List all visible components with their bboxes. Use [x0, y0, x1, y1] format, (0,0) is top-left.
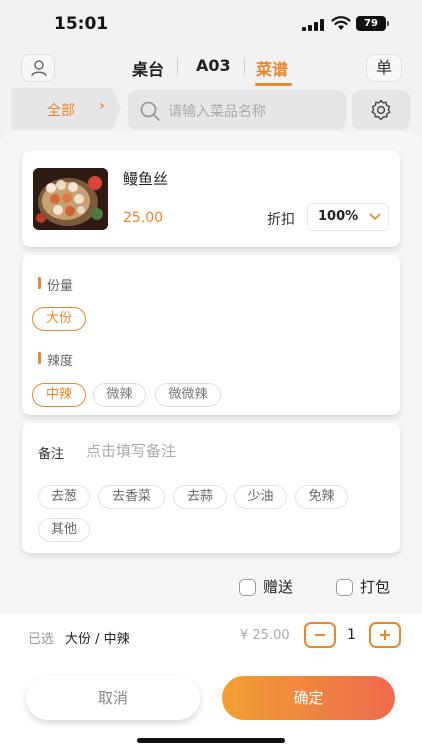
plus-icon — [380, 630, 390, 640]
note-tag[interactable]: 免辣 — [295, 485, 348, 509]
note-tag[interactable]: 其他 — [38, 518, 90, 542]
selected-label: 已选 — [28, 632, 55, 647]
dish-image — [33, 168, 108, 230]
tab-menu[interactable]: 菜谱 — [256, 56, 288, 80]
dish-card: 鳗鱼丝 25.00 折扣 100% — [22, 151, 400, 247]
tab-table-number[interactable]: A03 — [196, 56, 231, 75]
options-card: 份量 大份 辣度 中辣 微辣 微微辣 — [22, 255, 400, 415]
portion-option[interactable]: 大份 — [32, 307, 86, 331]
increase-button[interactable] — [369, 622, 401, 648]
checkbox-icon — [239, 579, 256, 596]
note-tag[interactable]: 去香菜 — [98, 485, 165, 509]
decrease-button[interactable] — [304, 622, 336, 648]
checkbox-icon — [336, 579, 353, 596]
order-button[interactable]: 单 — [366, 54, 402, 82]
discount-select[interactable]: 100% — [307, 203, 389, 231]
tab-table[interactable]: 桌台 — [132, 56, 164, 80]
quantity-value: 1 — [347, 627, 356, 643]
gift-label: 赠送 — [263, 578, 294, 596]
note-card: 备注 点击填写备注 去葱 去香菜 去蒜 少油 免辣 其他 — [22, 423, 400, 553]
dish-price: 25.00 — [123, 210, 164, 226]
category-label: 全部 — [47, 103, 75, 119]
user-button[interactable] — [21, 54, 55, 82]
note-tag[interactable]: 去蒜 — [173, 485, 227, 509]
discount-value: 100% — [318, 209, 359, 224]
nav-divider — [244, 59, 245, 75]
active-tab-indicator — [255, 83, 292, 86]
search-input[interactable]: 请输入菜品名称 — [128, 90, 346, 130]
category-all[interactable]: 全部 › — [11, 88, 121, 130]
status-time: 15:01 — [54, 14, 109, 34]
cancel-button[interactable]: 取消 — [26, 676, 200, 720]
status-bar: 15:01 79 — [0, 0, 422, 48]
spice-option[interactable]: 微辣 — [93, 383, 146, 407]
spice-option[interactable]: 中辣 — [32, 383, 86, 407]
confirm-button[interactable]: 确定 — [222, 676, 395, 720]
note-label: 备注 — [38, 447, 65, 462]
top-nav: 桌台 A03 菜谱 单 — [0, 48, 422, 88]
battery-icon: 79 — [356, 16, 389, 31]
chevron-right-icon: › — [99, 98, 105, 114]
selected-value: 大份 / 中辣 — [65, 632, 130, 647]
signal-icon — [302, 19, 324, 31]
user-icon — [31, 60, 47, 77]
search-icon — [140, 101, 160, 121]
minus-icon — [315, 634, 325, 636]
spice-option[interactable]: 微微辣 — [155, 383, 221, 407]
note-tag[interactable]: 去葱 — [38, 485, 90, 509]
dish-name: 鳗鱼丝 — [123, 170, 169, 188]
settings-button[interactable] — [352, 90, 410, 130]
search-placeholder: 请输入菜品名称 — [168, 104, 266, 120]
spice-title: 辣度 — [38, 350, 73, 369]
gear-icon — [371, 99, 391, 121]
discount-label: 折扣 — [267, 212, 295, 228]
takeaway-label: 打包 — [360, 578, 391, 596]
portion-title: 份量 — [38, 275, 73, 294]
home-indicator — [137, 738, 285, 743]
wifi-icon — [331, 15, 351, 31]
note-tag[interactable]: 少油 — [234, 485, 287, 509]
total-price: ¥ 25.00 — [240, 628, 290, 643]
note-input[interactable]: 点击填写备注 — [86, 440, 176, 461]
nav-divider — [177, 59, 178, 75]
chevron-down-icon — [369, 213, 381, 221]
